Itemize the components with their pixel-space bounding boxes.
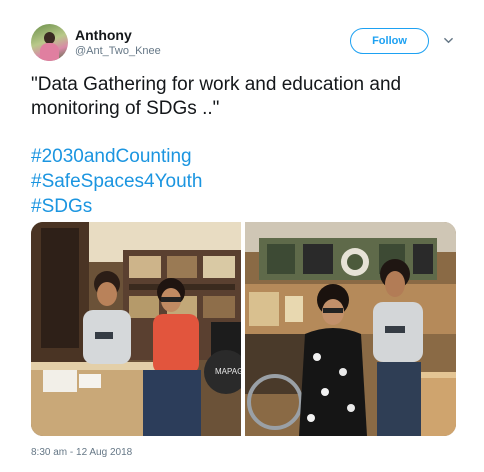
follow-button[interactable]: Follow <box>350 28 429 54</box>
hashtag-link[interactable]: #SDGs <box>31 194 203 219</box>
hashtag-link[interactable]: #SafeSpaces4Youth <box>31 169 203 194</box>
svg-text:MAPAG: MAPAG <box>215 367 241 376</box>
avatar[interactable] <box>31 24 68 61</box>
tweet-card: Anthony @Ant_Two_Knee Follow "Data Gathe… <box>0 0 484 472</box>
author-display-name[interactable]: Anthony <box>75 27 132 43</box>
hashtag-list: #2030andCounting #SafeSpaces4Youth #SDGs <box>31 144 203 219</box>
tweet-photo[interactable] <box>245 222 456 436</box>
chevron-down-icon[interactable] <box>444 36 453 45</box>
tweet-text: "Data Gathering for work and education a… <box>31 74 402 119</box>
photo-grid: MAPAG <box>31 222 456 436</box>
tweet-timestamp[interactable]: 8:30 am - 12 Aug 2018 <box>31 447 132 458</box>
hashtag-link[interactable]: #2030andCounting <box>31 144 203 169</box>
tweet-photo[interactable]: MAPAG <box>31 222 241 436</box>
author-handle[interactable]: @Ant_Two_Knee <box>75 45 161 57</box>
